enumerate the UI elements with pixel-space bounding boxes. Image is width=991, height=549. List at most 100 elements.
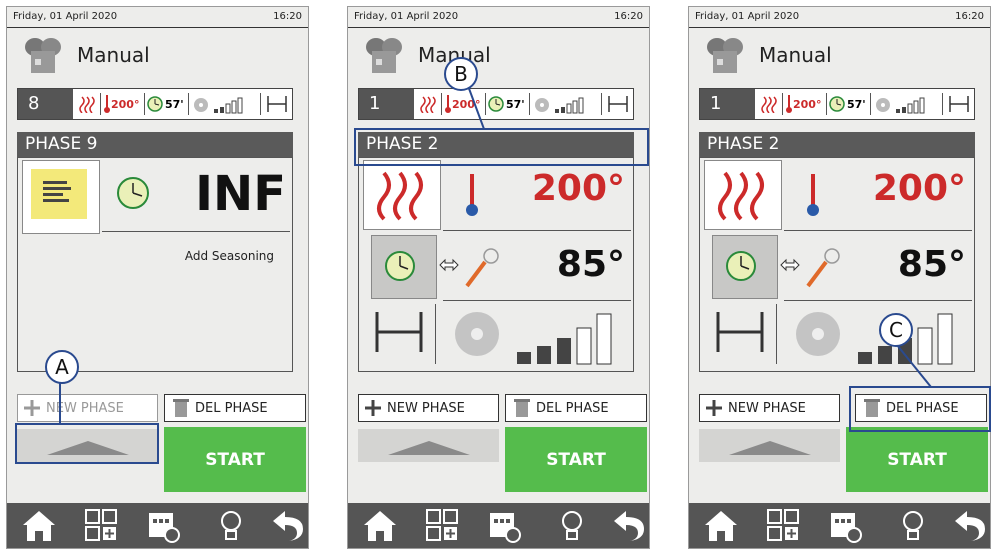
heat-icon xyxy=(761,96,777,113)
del-phase-button[interactable]: DEL PHASE xyxy=(505,394,647,422)
del-phase-button[interactable]: DEL PHASE xyxy=(164,394,306,422)
programs-icon[interactable] xyxy=(83,507,119,543)
core-temp-value[interactable]: 85° xyxy=(557,244,625,285)
phase-number: 1 xyxy=(359,89,414,119)
swap-arrows-icon xyxy=(439,258,459,272)
heat-mode-tile[interactable] xyxy=(704,160,782,230)
status-bar: Friday, 01 April 2020 16:20 xyxy=(689,7,990,28)
summary-time: 57' xyxy=(506,97,525,111)
start-button[interactable]: START xyxy=(505,427,647,492)
phase-number: 1 xyxy=(700,89,755,119)
lightbulb-icon[interactable] xyxy=(213,507,249,543)
start-button[interactable]: START xyxy=(164,427,306,492)
status-time: 16:20 xyxy=(614,11,643,22)
time-mode-tile[interactable] xyxy=(712,235,778,299)
plus-icon xyxy=(365,400,381,416)
screen-panel-b: Friday, 01 April 2020 16:20 Manual 1 200… xyxy=(347,6,650,549)
heat-mode-tile[interactable] xyxy=(363,160,441,230)
temperature-value[interactable]: 200° xyxy=(873,168,966,209)
phase-content: 200° 85° xyxy=(699,157,975,372)
phase-content: 200° 85° xyxy=(358,157,634,372)
humidity-valve-icon xyxy=(375,312,423,352)
fan-speed-icon xyxy=(194,97,243,114)
scroll-up-button[interactable] xyxy=(358,429,499,462)
home-icon[interactable] xyxy=(703,507,739,543)
bottom-nav xyxy=(348,503,649,548)
thermometer-icon xyxy=(466,174,478,216)
callout-a-label: A xyxy=(45,350,79,384)
note-tile[interactable] xyxy=(22,160,100,234)
home-icon[interactable] xyxy=(362,507,398,543)
programs-icon[interactable] xyxy=(765,507,801,543)
clock-icon xyxy=(829,96,845,112)
temperature-value[interactable]: 200° xyxy=(532,168,625,209)
scroll-up-button[interactable] xyxy=(699,429,840,462)
clock-icon xyxy=(488,96,504,112)
time-mode-tile[interactable] xyxy=(371,235,437,299)
status-bar: Friday, 01 April 2020 16:20 xyxy=(7,7,308,28)
calendar-icon[interactable] xyxy=(827,507,863,543)
phase-summary-bar[interactable]: 8 200° 57' xyxy=(17,88,293,120)
core-temp-value[interactable]: 85° xyxy=(898,244,966,285)
lightbulb-icon[interactable] xyxy=(554,507,590,543)
page-title: Manual xyxy=(759,43,832,67)
page-title: Manual xyxy=(77,43,150,67)
heat-icon xyxy=(420,96,436,113)
back-icon[interactable] xyxy=(269,507,305,543)
callout-a-highlight xyxy=(15,423,159,464)
programs-icon[interactable] xyxy=(424,507,460,543)
clock-icon xyxy=(147,96,163,112)
plus-icon xyxy=(706,400,722,416)
new-phase-label: NEW PHASE xyxy=(728,400,806,416)
chef-hat-icon xyxy=(707,38,743,73)
status-time: 16:20 xyxy=(273,11,302,22)
trash-icon xyxy=(514,399,530,417)
page-header: Manual xyxy=(21,35,281,75)
clock-icon xyxy=(117,177,149,209)
swap-arrows-icon xyxy=(780,258,800,272)
status-date: Friday, 01 April 2020 xyxy=(13,11,118,22)
calendar-icon[interactable] xyxy=(145,507,181,543)
lightbulb-icon[interactable] xyxy=(895,507,931,543)
new-phase-button[interactable]: NEW PHASE xyxy=(17,394,158,422)
new-phase-button[interactable]: NEW PHASE xyxy=(358,394,499,422)
status-bar: Friday, 01 April 2020 16:20 xyxy=(348,7,649,28)
back-icon[interactable] xyxy=(610,507,646,543)
phase-title: PHASE 9 xyxy=(17,132,293,157)
duration-value: INF xyxy=(195,166,286,222)
fan-speed-icon[interactable] xyxy=(449,306,629,366)
convection-heat-icon xyxy=(377,171,423,221)
start-button[interactable]: START xyxy=(846,427,988,492)
fan-speed-icon xyxy=(876,97,925,114)
screen-panel-c: Friday, 01 April 2020 16:20 Manual 1 200… xyxy=(688,6,991,549)
calendar-icon[interactable] xyxy=(486,507,522,543)
heat-icon xyxy=(79,96,95,113)
clock-icon xyxy=(385,251,415,281)
bottom-nav xyxy=(7,503,308,548)
core-probe-icon xyxy=(806,248,840,288)
trash-icon xyxy=(173,399,189,417)
chef-hat-icon xyxy=(366,38,402,73)
callout-c-label: C xyxy=(879,313,913,347)
chef-hat-icon xyxy=(25,38,61,73)
phase-summary-bar[interactable]: 1 200° 57' xyxy=(358,88,634,120)
new-phase-button[interactable]: NEW PHASE xyxy=(699,394,840,422)
summary-time: 57' xyxy=(847,97,866,111)
new-phase-label: NEW PHASE xyxy=(387,400,465,416)
phase-content: INF Add Seasoning xyxy=(17,157,293,372)
home-icon[interactable] xyxy=(21,507,57,543)
back-icon[interactable] xyxy=(951,507,987,543)
status-date: Friday, 01 April 2020 xyxy=(354,11,459,22)
callout-c-leader xyxy=(896,345,932,388)
phase-summary-bar[interactable]: 1 200° 57' xyxy=(699,88,975,120)
phase-number: 8 xyxy=(18,89,73,119)
thermometer-icon xyxy=(104,95,110,113)
arrow-up-icon xyxy=(729,441,811,455)
page-header: Manual xyxy=(362,35,622,75)
bottom-nav xyxy=(689,503,990,548)
callout-b-label: B xyxy=(444,57,478,91)
del-phase-label: DEL PHASE xyxy=(195,400,268,416)
fan-speed-icon xyxy=(535,97,584,114)
summary-time: 57' xyxy=(165,97,184,111)
screen-panel-a: Friday, 01 April 2020 16:20 Manual 8 200… xyxy=(6,6,309,549)
